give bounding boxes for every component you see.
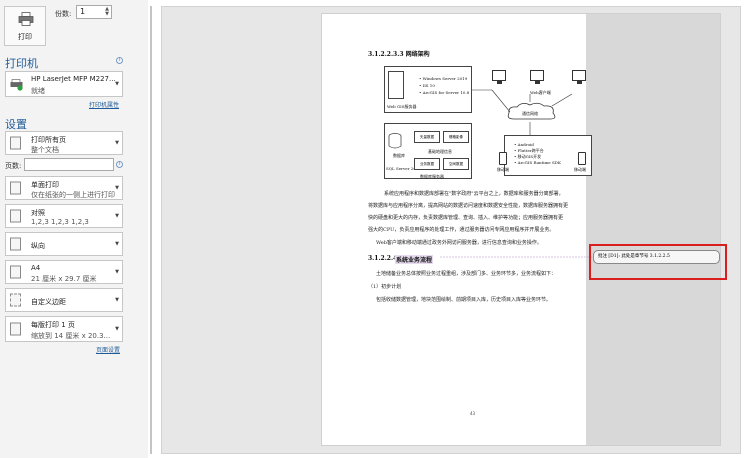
- print-button-label: 打印: [18, 33, 32, 41]
- paragraph-line: 强大的CPU，负责应用程序的处理工作，通过服务器访问专网应用程序并开展业务。: [368, 227, 555, 233]
- orientation-select[interactable]: 纵向 ▼: [5, 232, 123, 256]
- server-tower-icon: [388, 71, 404, 99]
- paragraph-line: Web客户端和移动端通过政务外网访问服务器，进行信息查询和业务操作。: [376, 240, 542, 246]
- page-setup-link[interactable]: 页面设置: [96, 345, 120, 354]
- chevron-down-icon: ▼: [115, 81, 119, 87]
- db-server-label: 数据库服务器: [420, 174, 444, 179]
- printer-properties-link[interactable]: 打印机属性: [89, 100, 119, 109]
- print-range-subtitle: 整个文档: [31, 146, 59, 154]
- chevron-down-icon: ▼: [115, 297, 119, 303]
- gis-data-box: 栅格影像: [443, 131, 469, 143]
- phone-icon: [499, 152, 507, 165]
- chevron-down-icon: ▼: [115, 326, 119, 332]
- chevron-down-icon: ▼: [115, 185, 119, 191]
- settings-section-title: 设置: [5, 118, 27, 131]
- paper-size-select[interactable]: A4 21 厘米 x 29.7 厘米 ▼: [5, 260, 123, 284]
- pages-per-sheet-icon: [10, 322, 21, 336]
- server-spec: • IIS 10: [419, 83, 435, 88]
- heading-flow-number: 3.1.2.2.4: [368, 255, 398, 262]
- panel-divider: [150, 6, 152, 454]
- print-range-title: 打印所有页: [31, 136, 66, 144]
- copies-input[interactable]: 1 ▲ ▼: [76, 5, 112, 19]
- printer-name: HP LaserJet MFP M227...: [31, 75, 116, 83]
- heading-flow-title: 系统业务流程: [395, 255, 434, 264]
- collate-icon: [10, 209, 21, 223]
- paragraph-line: 包括收储数据管理，地块范围绘制、前期项目入库，历史项目入库等业务环节。: [376, 297, 552, 303]
- chevron-down-icon: ▼: [115, 213, 119, 219]
- margins-select[interactable]: 自定义边距 ▼: [5, 288, 123, 312]
- printer-status: 就绪: [31, 87, 45, 95]
- page-number: 43: [470, 411, 476, 416]
- phone-icon: [578, 152, 586, 165]
- sides-title: 单面打印: [31, 181, 59, 189]
- gis-data-box: 业务数据: [414, 158, 440, 170]
- print-range-select[interactable]: 打印所有页 整个文档 ▼: [5, 131, 123, 155]
- mobile-spec: • ArcGIS Runtime SDK: [514, 160, 561, 165]
- printer-icon: [18, 12, 34, 26]
- chevron-down-icon: ▼: [115, 140, 119, 146]
- heading-network-arch: 3.1.2.2.3.3 网络架构: [368, 51, 430, 58]
- list-item: （1）初步计划: [368, 284, 402, 290]
- comment-connector: [440, 256, 593, 258]
- orientation-title: 纵向: [31, 242, 45, 250]
- margins-title: 自定义边距: [31, 298, 66, 306]
- paragraph-line: 将数据库与应用程序分离，提高网站的数据访问速度和数据安全性能，数据库服务器拥有更: [368, 203, 569, 209]
- sides-select[interactable]: 单面打印 仅在纸张的一侧上进行打印 ▼: [5, 176, 123, 200]
- copies-spinner[interactable]: ▲ ▼: [104, 7, 110, 17]
- comment-pane: [586, 14, 720, 445]
- chevron-down-icon: ▼: [115, 241, 119, 247]
- mobile-label: 移动端: [574, 167, 586, 172]
- margins-icon: [10, 293, 21, 307]
- chevron-down-icon: ▼: [115, 269, 119, 275]
- collate-subtitle: 1,2,3 1,2,3 1,2,3: [31, 218, 89, 226]
- printer-section-title: 打印机: [5, 57, 38, 70]
- gis-data-box: 空间数据: [443, 158, 469, 170]
- paragraph-line: 系统应用程序和数据库部署在"数字政府"云平台之上，数据库和服务器分离部署，: [384, 191, 564, 197]
- server-spec: • Windows Server 2019: [419, 76, 468, 81]
- portrait-icon: [10, 237, 21, 251]
- document-icon: [10, 136, 21, 150]
- paragraph-line: 土地储备业务总体按照业务过程重组，涉及部门多、业务环节多，业务流程如下：: [376, 271, 557, 277]
- db-label: 数据库: [393, 153, 405, 158]
- pages-input[interactable]: [24, 158, 114, 171]
- print-button[interactable]: 打印: [4, 6, 46, 46]
- highlight-annotation: [589, 244, 727, 280]
- web-server-label: Web GIS服务器: [387, 104, 417, 109]
- copies-value: 1: [80, 7, 86, 16]
- paper-size-subtitle: 21 厘米 x 29.7 厘米: [31, 275, 97, 283]
- info-icon[interactable]: i: [116, 57, 123, 64]
- info-icon[interactable]: i: [116, 161, 123, 168]
- gis-caption: 基础地理信息: [428, 149, 452, 154]
- paragraph-line: 快的硬盘和更大的内存，负责数据库管理、查询、插入、维护等功能；应用服务器拥有更: [368, 215, 564, 221]
- pages-per-sheet-title: 每版打印 1 页: [31, 321, 75, 329]
- pages-per-sheet-select[interactable]: 每版打印 1 页 缩放到 14 厘米 x 20.3... ▼: [5, 316, 123, 342]
- mobile-spec: • Android: [514, 142, 534, 147]
- pages-label: 页数:: [5, 162, 22, 170]
- printer-select[interactable]: HP LaserJet MFP M227... 就绪 ▼: [5, 71, 123, 97]
- paper-size-title: A4: [31, 264, 41, 272]
- server-spec: • ArcGIS for Server 10.8: [419, 90, 470, 95]
- single-sided-icon: [10, 181, 21, 195]
- collate-title: 对照: [31, 209, 45, 217]
- gis-data-box: 矢量数据: [414, 131, 440, 143]
- print-settings-panel: 打印 份数: 1 ▲ ▼ 打印机 i HP LaserJet MFP M227..…: [0, 0, 148, 458]
- copies-label: 份数:: [55, 10, 72, 18]
- mobile-label: 移动端: [497, 167, 509, 172]
- database-icon: [388, 133, 402, 149]
- printer-ready-icon: [10, 79, 23, 91]
- collate-select[interactable]: 对照 1,2,3 1,2,3 1,2,3 ▼: [5, 204, 123, 228]
- pages-per-sheet-subtitle: 缩放到 14 厘米 x 20.3...: [31, 332, 111, 340]
- paper-icon: [10, 265, 21, 279]
- sides-subtitle: 仅在纸张的一侧上进行打印: [31, 191, 115, 199]
